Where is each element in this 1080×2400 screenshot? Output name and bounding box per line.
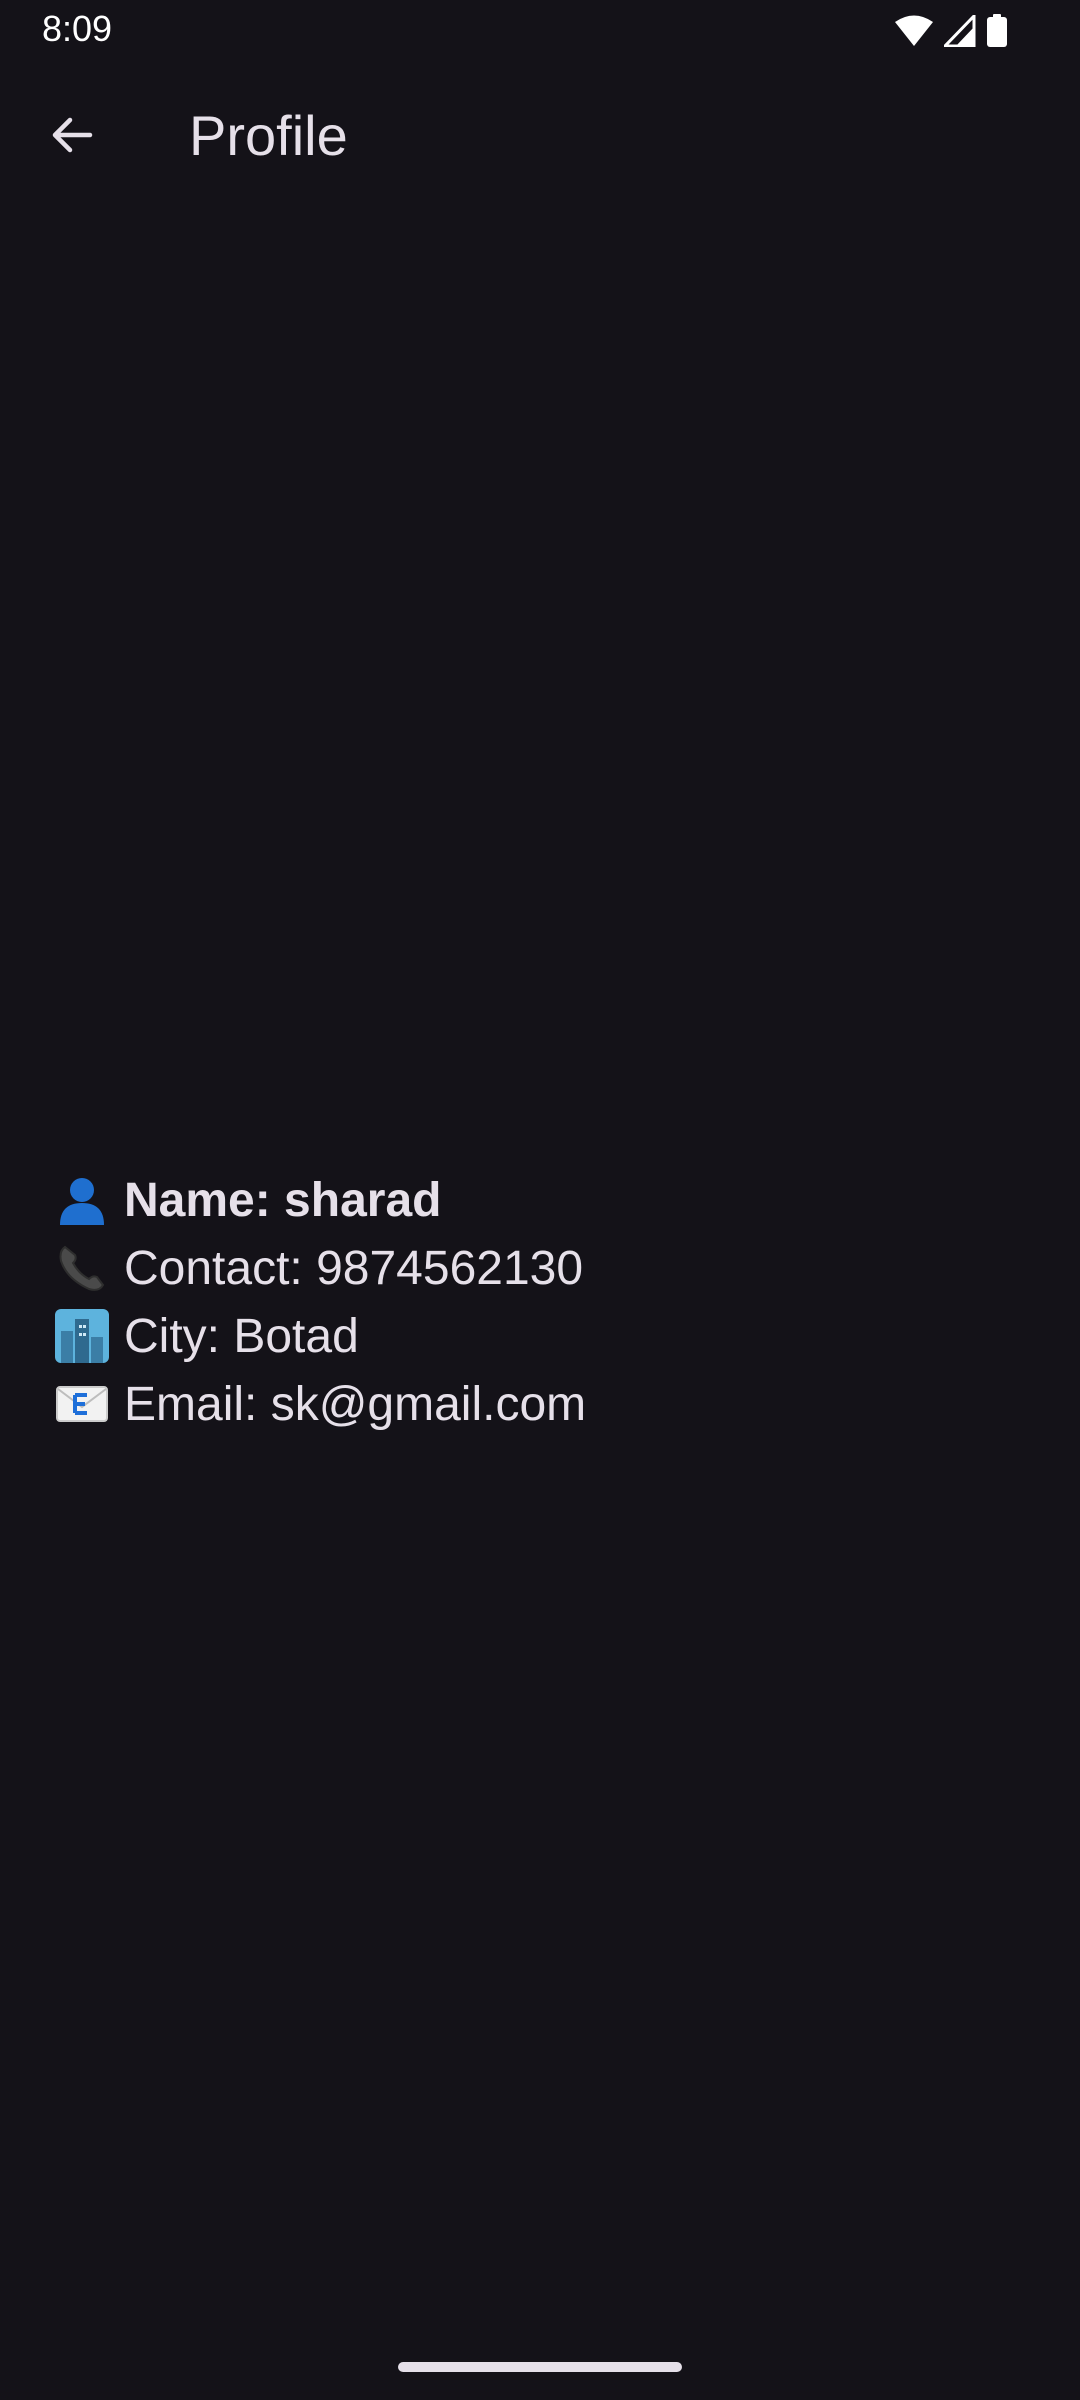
email-text: Email: sk@gmail.com <box>124 1377 587 1431</box>
envelope-icon <box>54 1376 110 1432</box>
profile-screen: 8:09 Profile Name: sharad Contact: 98745… <box>0 0 1080 2400</box>
phone-icon <box>54 1240 110 1296</box>
wifi-icon <box>894 15 934 47</box>
contact-row: Contact: 9874562130 <box>54 1234 1034 1302</box>
status-icons <box>894 14 1008 48</box>
cityscape-icon <box>54 1308 110 1364</box>
contact-text: Contact: 9874562130 <box>124 1241 584 1295</box>
name-text: Name: sharad <box>124 1173 442 1227</box>
battery-icon <box>986 14 1008 48</box>
name-row: Name: sharad <box>54 1166 1034 1234</box>
status-time: 8:09 <box>42 8 113 49</box>
arrow-back-icon <box>48 111 96 164</box>
profile-info: Name: sharad Contact: 9874562130 City: B… <box>54 1166 1034 1438</box>
status-bar: 8:09 <box>0 0 1080 60</box>
city-text: City: Botad <box>124 1309 359 1363</box>
city-row: City: Botad <box>54 1302 1034 1370</box>
gesture-bar[interactable] <box>398 2362 682 2372</box>
back-button[interactable] <box>36 101 108 173</box>
page-title: Profile <box>189 104 348 167</box>
signal-icon <box>944 15 976 47</box>
person-icon <box>54 1172 110 1228</box>
app-bar: Profile <box>0 60 1080 210</box>
email-row: Email: sk@gmail.com <box>54 1370 1034 1438</box>
